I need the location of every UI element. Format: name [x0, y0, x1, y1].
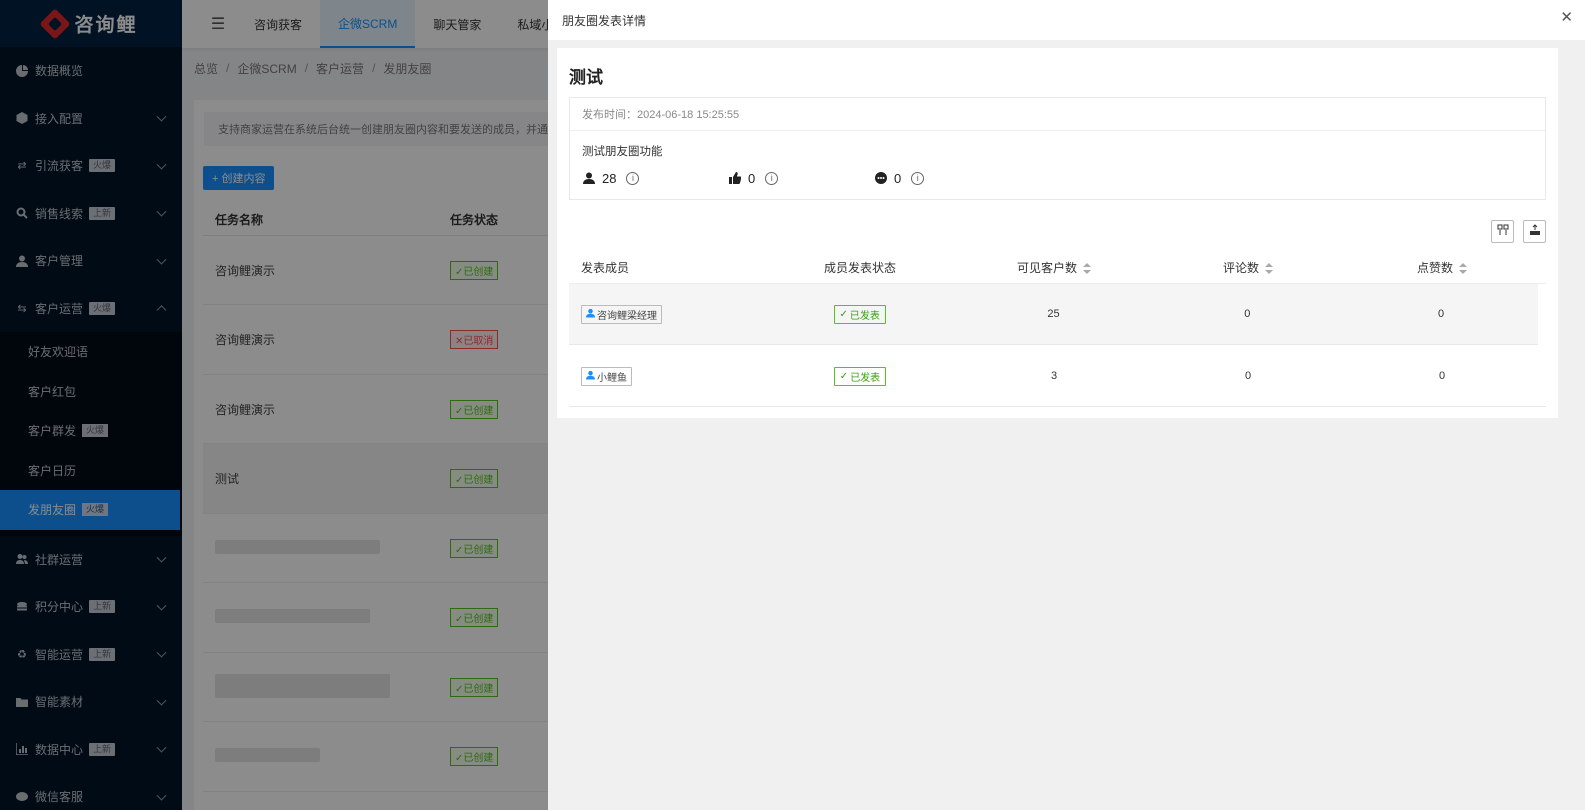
- status-badge: ✓ 已发表: [833, 366, 887, 386]
- sort-icon[interactable]: [1459, 263, 1467, 275]
- detail-card: 测试 发布时间：2024-06-18 15:25:55 测试朋友圈功能 28 i…: [557, 48, 1558, 418]
- user-icon: [582, 171, 596, 185]
- comment-count-cell: 0: [1244, 370, 1252, 382]
- visible-count-cell: 3: [1050, 370, 1058, 382]
- info-icon[interactable]: i: [911, 171, 925, 185]
- info-icon[interactable]: i: [626, 171, 640, 185]
- visible-count: 28: [602, 170, 617, 186]
- status-badge: ✓ 已发表: [833, 304, 886, 324]
- columns-icon: [1497, 224, 1509, 239]
- info-icon[interactable]: i: [765, 171, 779, 185]
- col-publish-status: 成员发表状态: [823, 261, 896, 275]
- export-icon: [1529, 224, 1541, 239]
- post-stats: 28 i 0 i 0 i: [570, 166, 1545, 190]
- check-icon: ✓: [839, 308, 848, 320]
- column-settings-button[interactable]: [1491, 220, 1514, 243]
- sort-icon[interactable]: [1265, 263, 1273, 275]
- visible-count-cell: 25: [1047, 308, 1060, 320]
- col-likes[interactable]: 点赞数: [1345, 259, 1539, 276]
- member-table-header: 发表成员 成员发表状态 可见客户数 评论数 点赞数: [569, 252, 1546, 284]
- check-icon: ✓: [839, 370, 849, 382]
- col-comments[interactable]: 评论数: [1151, 259, 1345, 276]
- comment-count-stat: 0 i: [874, 171, 1020, 186]
- like-count: 0: [748, 170, 756, 186]
- comment-icon: [874, 171, 888, 185]
- visible-count-stat: 28 i: [582, 171, 728, 186]
- moments-detail-drawer: 朋友圈发表详情 ✕ 测试 发布时间：2024-06-18 15:25:55 测试…: [548, 0, 1585, 810]
- post-title: 测试: [569, 68, 603, 87]
- publish-time: 发布时间：2024-06-18 15:25:55: [570, 98, 1545, 131]
- thumbs-up-icon: [728, 171, 742, 185]
- table-row[interactable]: 小鲤鱼 ✓ 已发表 3 0 0: [569, 346, 1546, 407]
- like-count-cell: 0: [1438, 370, 1446, 382]
- sort-icon[interactable]: [1083, 263, 1091, 275]
- post-content: 测试朋友圈功能: [582, 146, 663, 158]
- member-tag: 小鲤鱼: [581, 366, 632, 386]
- drawer-title: 朋友圈发表详情: [562, 13, 647, 28]
- col-member: 发表成员: [581, 261, 630, 275]
- like-count-cell: 0: [1438, 308, 1445, 320]
- table-row[interactable]: 咨询鲤梁经理 ✓ 已发表 25 0 0: [569, 284, 1538, 345]
- col-visible-customers[interactable]: 可见客户数: [957, 259, 1151, 276]
- close-icon[interactable]: ✕: [1560, 10, 1573, 26]
- member-tag: 咨询鲤梁经理: [581, 304, 662, 324]
- comment-count-cell: 0: [1244, 308, 1251, 320]
- post-info-box: 发布时间：2024-06-18 15:25:55 测试朋友圈功能 28 i 0 …: [569, 97, 1546, 200]
- drawer-header: 朋友圈发表详情 ✕: [548, 0, 1585, 40]
- user-icon: [586, 370, 595, 383]
- export-button[interactable]: [1523, 220, 1546, 243]
- user-icon: [586, 308, 595, 321]
- like-count-stat: 0 i: [728, 171, 874, 186]
- comment-count: 0: [894, 170, 902, 186]
